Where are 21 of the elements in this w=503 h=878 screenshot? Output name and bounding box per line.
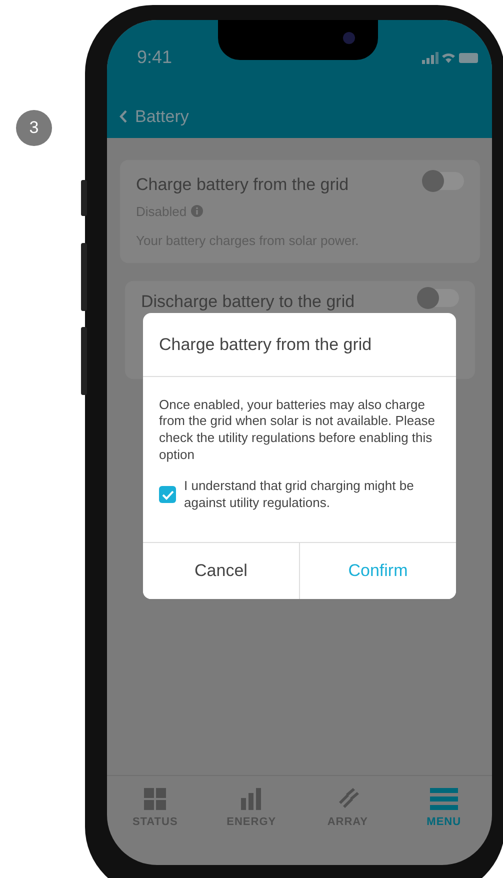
- menu-icon: [430, 788, 458, 810]
- confirm-button[interactable]: Confirm: [299, 542, 456, 599]
- chevron-left-icon: [119, 110, 127, 124]
- back-link[interactable]: Battery: [107, 71, 492, 130]
- bar-chart-icon: [240, 788, 262, 810]
- tab-item[interactable]: MENU: [396, 776, 492, 865]
- toggle-switch[interactable]: [424, 172, 464, 190]
- info-icon[interactable]: [190, 205, 203, 218]
- step-badge: 3: [16, 110, 52, 146]
- status-icons: [422, 52, 478, 64]
- status-time: 9:41: [136, 46, 172, 69]
- cancel-button[interactable]: Cancel: [143, 542, 299, 599]
- toggle-switch[interactable]: [419, 288, 459, 306]
- checkbox-label: I understand that grid charging might be against utility regulations.: [184, 478, 415, 512]
- dialog-message: Once enabled, your batteries may also charge from the grid when solar is not available. Please check the utility regulations before enabling this option: [158, 396, 436, 464]
- dialog-title: Charge battery from the grid: [143, 313, 456, 376]
- grid-icon: [144, 788, 166, 810]
- solar-panels-icon: [336, 788, 359, 810]
- checkbox[interactable]: [159, 486, 176, 504]
- setting-title: Discharge battery to the grid: [141, 290, 355, 312]
- setting-title: Charge battery from the grid: [136, 174, 349, 196]
